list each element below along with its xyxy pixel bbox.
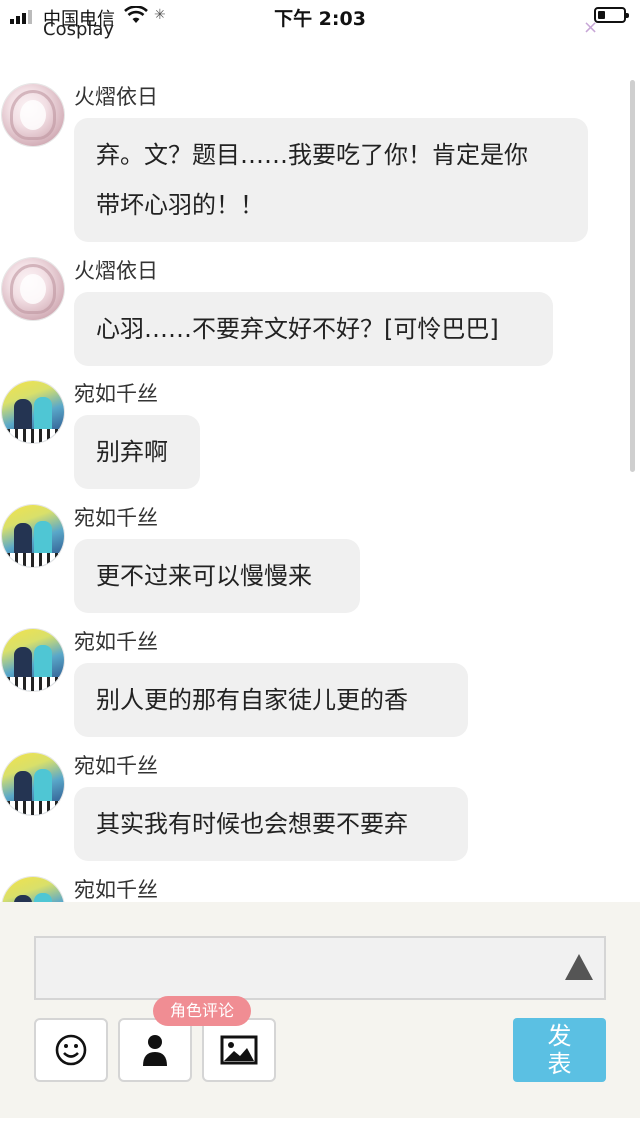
scrollbar[interactable] xyxy=(630,80,635,472)
sender-name: 火熠依日 xyxy=(74,85,158,109)
emoji-button[interactable] xyxy=(34,1018,108,1082)
sender-name: 宛如千丝 xyxy=(74,506,158,530)
message-text-line: 更不过来可以慢慢来 xyxy=(96,562,312,590)
message-thread[interactable]: 火熠依日 弃。文？题目……我要吃了你！肯定是你 带坏心羽的！！ 火熠依日 心羽…… xyxy=(0,0,640,902)
sender-name: 宛如千丝 xyxy=(74,754,158,778)
message-text-line: 其实我有时候也会想要不要弃 xyxy=(96,810,408,838)
avatar[interactable] xyxy=(2,753,64,815)
triangle-up-icon[interactable] xyxy=(565,954,593,980)
message-bubble: 别人更的那有自家徒儿更的香 xyxy=(74,663,468,737)
comment-input[interactable] xyxy=(34,936,606,1000)
avatar[interactable] xyxy=(2,505,64,567)
avatar[interactable] xyxy=(2,877,64,902)
sender-name: 宛如千丝 xyxy=(74,878,158,902)
message-text-line: 别弃啊 xyxy=(96,438,168,466)
message-bubble: 其实我有时候也会想要不要弃 xyxy=(74,787,468,861)
avatar[interactable] xyxy=(2,629,64,691)
message-text-line: 弃。文？题目……我要吃了你！肯定是你 xyxy=(96,141,528,169)
message-bubble: 更不过来可以慢慢来 xyxy=(74,539,360,613)
role-comment-tooltip: 角色评论 xyxy=(153,996,251,1026)
bottom-safe-area xyxy=(0,1118,640,1138)
image-icon xyxy=(220,1035,258,1065)
avatar[interactable] xyxy=(2,381,64,443)
image-button[interactable] xyxy=(202,1018,276,1082)
avatar[interactable] xyxy=(2,258,64,320)
message-bubble: 弃。文？题目……我要吃了你！肯定是你 带坏心羽的！！ xyxy=(74,118,588,242)
comment-composer: 角色评论 发表 xyxy=(0,902,640,1118)
sender-name: 宛如千丝 xyxy=(74,382,158,406)
sender-name: 火熠依日 xyxy=(74,259,158,283)
send-button[interactable]: 发表 xyxy=(513,1018,606,1082)
send-button-label: 发表 xyxy=(547,1022,572,1078)
message-bubble: 别弃啊 xyxy=(74,415,200,489)
message-text-line: 别人更的那有自家徒儿更的香 xyxy=(96,686,408,714)
message-text-line: 心羽……不要弃文好不好？[可怜巴巴] xyxy=(96,315,499,343)
message-bubble: 心羽……不要弃文好不好？[可怜巴巴] xyxy=(74,292,553,366)
sender-name: 宛如千丝 xyxy=(74,630,158,654)
role-button[interactable] xyxy=(118,1018,192,1082)
smiley-icon xyxy=(55,1034,87,1066)
avatar[interactable] xyxy=(2,84,64,146)
message-text-line: 带坏心羽的！！ xyxy=(96,191,264,219)
person-icon xyxy=(143,1035,167,1066)
